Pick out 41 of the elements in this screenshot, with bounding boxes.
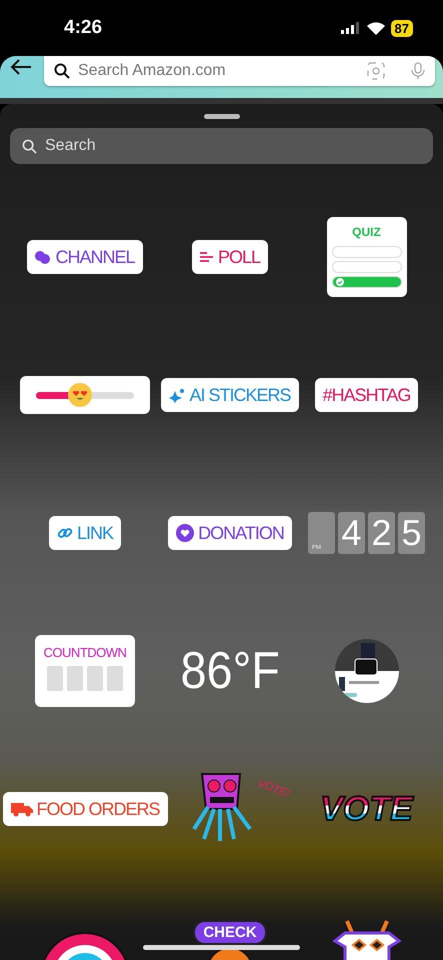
sparkles-icon [169, 387, 186, 403]
signal-icon [340, 22, 361, 34]
search-field[interactable]: Search [10, 128, 433, 164]
answer-bar [332, 261, 402, 273]
clock-digit: 2 [368, 512, 395, 554]
sticker-caption: VOTE! [256, 778, 292, 800]
check-circle-icon [334, 277, 344, 287]
back-arrow-icon[interactable] [10, 59, 32, 75]
countdown-slot [67, 666, 83, 691]
search-icon [22, 138, 37, 154]
quiz-sticker[interactable]: QUIZ [326, 217, 406, 297]
sticker-button[interactable]: #HASHTAG [314, 378, 418, 412]
sticker-button[interactable]: FOOD ORDERS [2, 792, 168, 826]
slider-sticker[interactable] [20, 376, 150, 414]
sticker-button[interactable]: POLL [192, 240, 268, 274]
search-field[interactable]: Search Amazon.com [44, 56, 435, 86]
sticker-button[interactable]: DONATION [168, 516, 292, 550]
link-icon [56, 525, 73, 541]
countdown-slot [47, 666, 63, 691]
countdown-sticker[interactable]: COUNTDOWN [35, 635, 135, 707]
answer-bar [332, 246, 402, 258]
countdown-slot [107, 666, 123, 691]
chat-bubble-icon [35, 250, 52, 264]
temperature-sticker[interactable]: 86°F [180, 641, 280, 701]
sticker-button[interactable]: AI STICKERS [161, 378, 299, 412]
wifi-icon [366, 22, 385, 34]
list-icon [200, 250, 214, 264]
truck-icon [10, 801, 32, 817]
status-time: 4:26 [64, 17, 102, 39]
drag-handle[interactable] [204, 114, 240, 119]
search-icon [54, 63, 70, 79]
sticker-button[interactable]: LINK [48, 516, 122, 550]
emoji-thumb-icon [68, 382, 92, 406]
countdown-slot [87, 666, 103, 691]
battery-level: 87 [390, 20, 413, 36]
clock-digit: 5 [398, 512, 425, 554]
sticker-caption: CHECK [193, 920, 267, 944]
camera-icon[interactable] [367, 62, 385, 80]
microphone-icon[interactable] [411, 62, 425, 80]
sticker-button[interactable]: CHANNEL [27, 240, 143, 274]
clock-digit: 4 [338, 512, 365, 554]
